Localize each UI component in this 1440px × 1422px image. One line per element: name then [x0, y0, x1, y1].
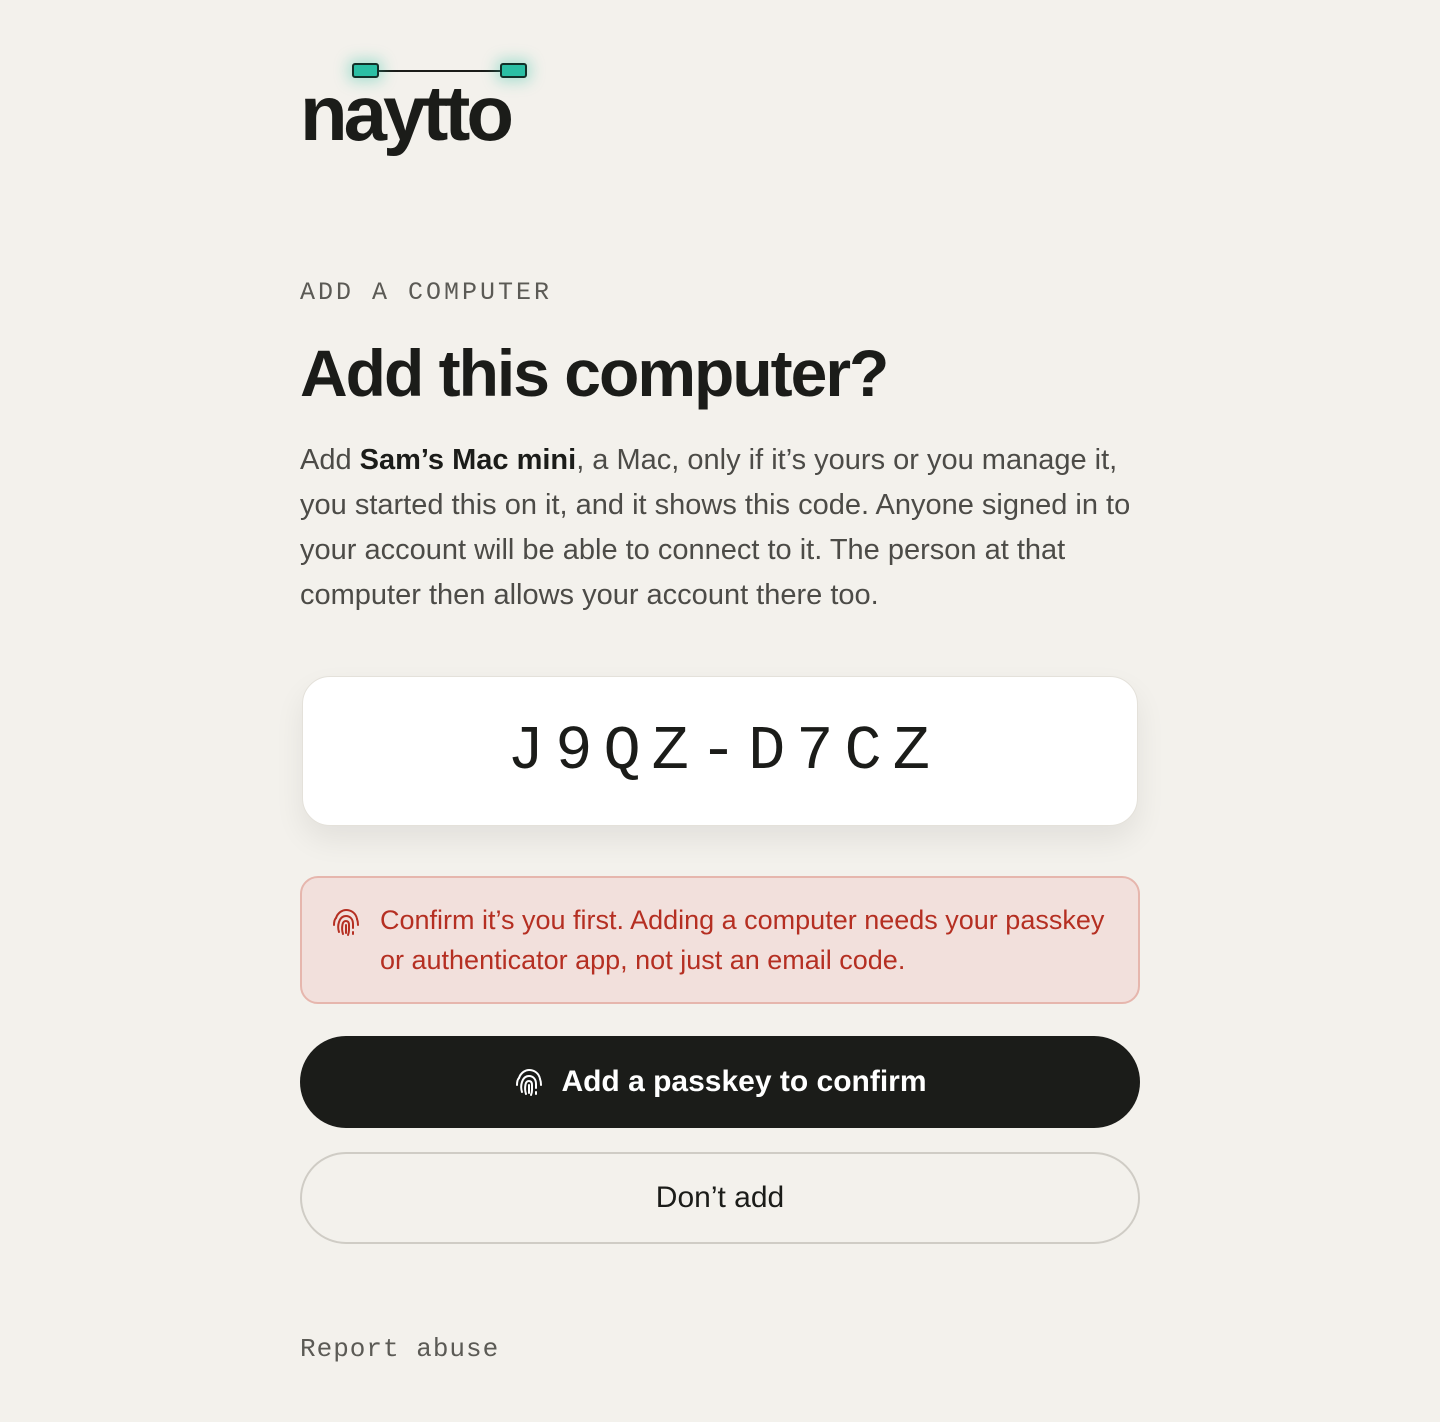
- section-eyebrow: ADD A COMPUTER: [300, 278, 553, 307]
- add-passkey-button-label: Add a passkey to confirm: [561, 1065, 927, 1098]
- logo-wordmark: naytto: [300, 69, 514, 157]
- add-passkey-button[interactable]: Add a passkey to confirm: [300, 1036, 1140, 1128]
- confirm-identity-alert: Confirm it’s you first. Adding a compute…: [300, 876, 1140, 1004]
- page-title: Add this computer?: [300, 336, 889, 410]
- fingerprint-icon: [333, 908, 359, 936]
- description: Add Sam’s Mac mini, a Mac, only if it’s …: [300, 438, 1150, 618]
- device-name: Sam’s Mac mini: [359, 444, 577, 476]
- pairing-code: J9QZ-D7CZ: [507, 715, 941, 787]
- naytto-logo: naytto: [300, 58, 560, 168]
- pairing-code-card: J9QZ-D7CZ: [302, 676, 1138, 826]
- description-prefix: Add: [300, 444, 360, 476]
- fingerprint-icon: [516, 1068, 543, 1096]
- report-abuse-link[interactable]: Report abuse: [300, 1334, 499, 1364]
- dont-add-button[interactable]: Don’t add: [300, 1152, 1140, 1244]
- alert-message: Confirm it’s you first. Adding a compute…: [380, 905, 1105, 975]
